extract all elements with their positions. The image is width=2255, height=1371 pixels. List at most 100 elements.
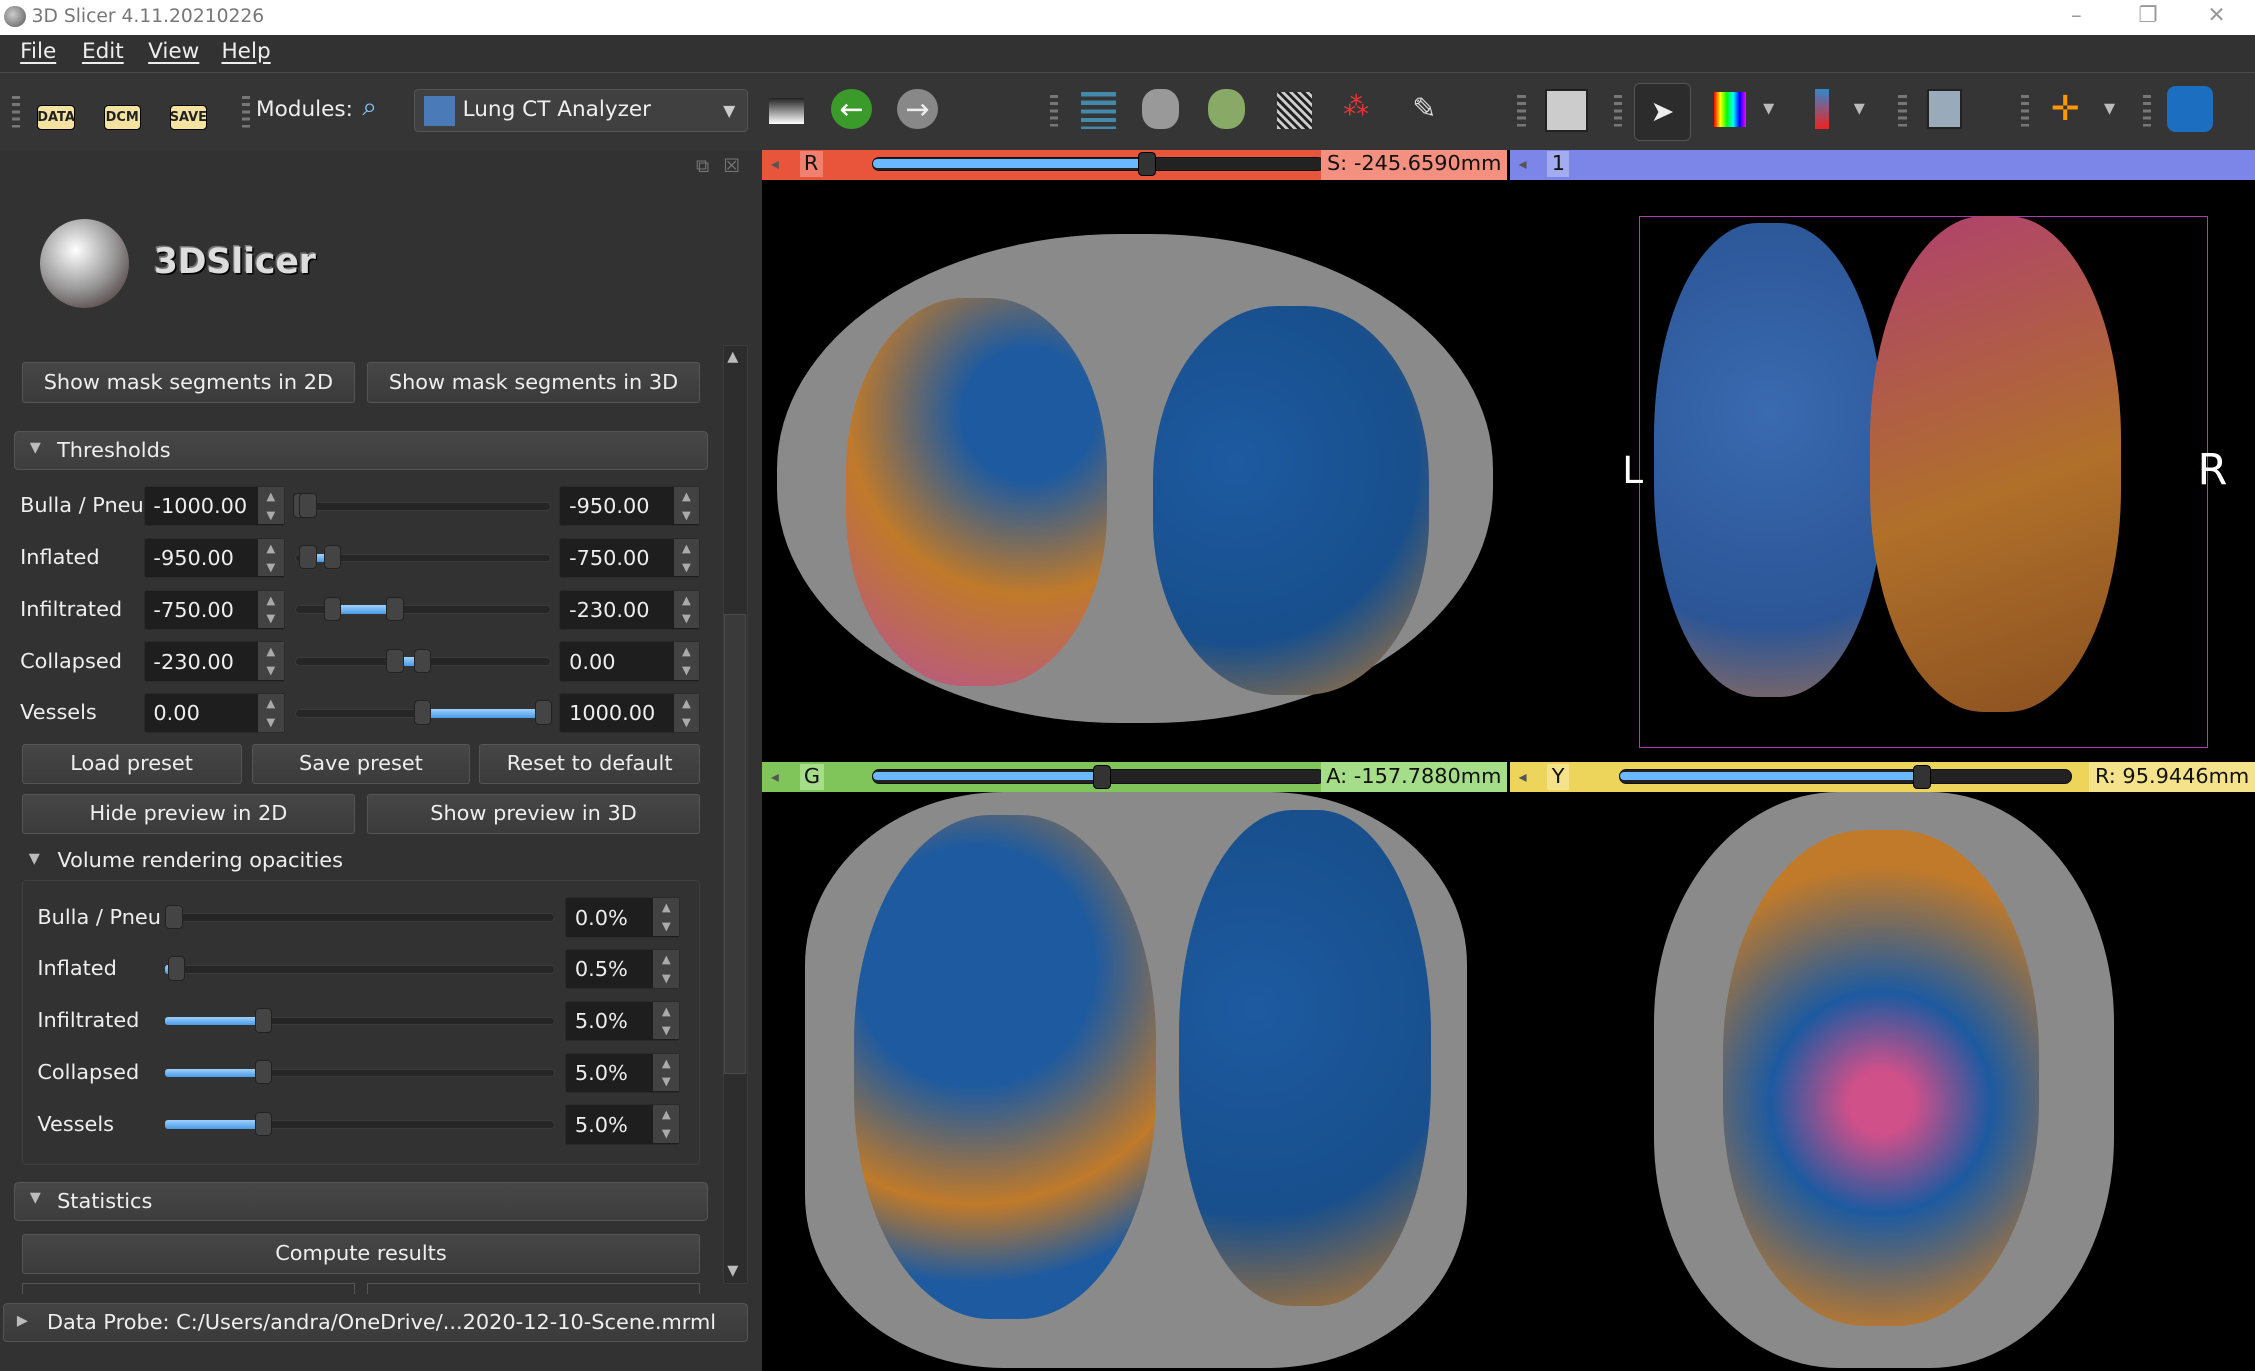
threshold-max-spinbox[interactable]: 0.00 ▲ ▼ xyxy=(559,641,701,682)
opacity-handle[interactable] xyxy=(254,1008,273,1033)
chevron-down-icon[interactable]: ▼ xyxy=(2104,101,2115,118)
threshold-max-spinbox[interactable]: -750.00 ▲ ▼ xyxy=(559,537,701,579)
spin-arrows-icon[interactable]: ▲ ▼ xyxy=(673,642,700,680)
toolbar-grip[interactable] xyxy=(2020,94,2030,130)
module-selector[interactable]: Lung CT Analyzer ▼ xyxy=(414,89,748,133)
spin-arrows-icon[interactable]: ▲ ▼ xyxy=(257,538,284,577)
threshold-min-handle[interactable] xyxy=(386,648,404,674)
dicom-button[interactable]: DCM xyxy=(103,104,141,131)
threshold-max-handle[interactable] xyxy=(299,493,317,518)
toolbar-grip[interactable] xyxy=(1613,94,1623,130)
spin-arrows-icon[interactable]: ▲ ▼ xyxy=(673,538,700,577)
close-panel-icon[interactable]: ☒ xyxy=(723,155,740,178)
show-preview-3d-button[interactable]: Show preview in 3D xyxy=(366,793,701,835)
menu-file[interactable]: File xyxy=(20,39,56,65)
statistics-section-header[interactable]: ▼ Statistics xyxy=(14,1182,708,1221)
volume-rendering-icon[interactable] xyxy=(1208,89,1246,130)
toolbar-grip[interactable] xyxy=(1898,94,1907,130)
hidden-button[interactable] xyxy=(366,1282,701,1295)
close-button[interactable]: ✕ xyxy=(2208,3,2226,29)
hidden-button[interactable] xyxy=(21,1282,356,1295)
threshold-max-handle[interactable] xyxy=(534,700,553,725)
compute-results-button[interactable]: Compute results xyxy=(21,1233,701,1275)
volumes-icon[interactable] xyxy=(1141,89,1180,130)
threshold-min-spinbox[interactable]: -1000.00 ▲ ▼ xyxy=(143,486,285,527)
segment-editor-icon[interactable]: ✎ xyxy=(1412,91,1436,126)
crosshair-icon[interactable]: ✛ xyxy=(2051,89,2080,129)
spin-arrows-icon[interactable]: ▲ ▼ xyxy=(257,694,284,732)
save-preset-button[interactable]: Save preset xyxy=(251,743,471,784)
opacity-handle[interactable] xyxy=(165,904,183,930)
opacity-spinbox[interactable]: 5.0% ▲ ▼ xyxy=(565,1104,681,1145)
view-layout-icon[interactable] xyxy=(1544,89,1588,133)
search-icon[interactable]: ⌕ xyxy=(362,93,377,122)
toolbar-grip[interactable] xyxy=(1517,94,1526,130)
threshold-max-spinbox[interactable]: 1000.00 ▲ ▼ xyxy=(559,693,701,734)
yellow-slice-view[interactable] xyxy=(1510,792,2255,1371)
minimize-button[interactable]: – xyxy=(2071,3,2082,29)
menu-view[interactable]: View xyxy=(148,39,199,65)
threshold-range-slider[interactable] xyxy=(294,501,551,511)
toolbar-grip[interactable] xyxy=(241,95,251,131)
markups-icon[interactable]: ⁂ xyxy=(1343,92,1369,124)
green-slice-view[interactable] xyxy=(762,792,1508,1371)
red-slice-slider[interactable] xyxy=(871,152,1325,177)
threshold-max-spinbox[interactable]: -950.00 ▲ ▼ xyxy=(559,486,701,527)
green-slice-slider[interactable] xyxy=(871,764,1325,790)
pin-icon[interactable]: ◂ xyxy=(1519,154,1527,174)
threshold-min-handle[interactable] xyxy=(299,545,317,570)
toolbar-grip[interactable] xyxy=(2142,94,2152,130)
mouse-pointer-icon[interactable]: ➤ xyxy=(1633,83,1692,141)
layout-icon[interactable] xyxy=(769,97,804,124)
toolbar-grip[interactable] xyxy=(1049,94,1059,130)
threshold-min-handle[interactable] xyxy=(414,700,432,725)
threshold-min-spinbox[interactable]: 0.00 ▲ ▼ xyxy=(143,693,285,734)
threshold-min-spinbox[interactable]: -750.00 ▲ ▼ xyxy=(143,589,285,630)
screenshot-icon[interactable] xyxy=(1927,89,1962,130)
opacity-handle[interactable] xyxy=(167,956,186,981)
toolbar-grip[interactable] xyxy=(11,95,21,131)
opacity-slider[interactable] xyxy=(165,964,556,974)
opacity-handle[interactable] xyxy=(254,1059,273,1085)
opacity-slider[interactable] xyxy=(165,913,556,922)
load-preset-button[interactable]: Load preset xyxy=(21,743,242,784)
threshold-min-handle[interactable] xyxy=(323,596,341,622)
opacity-spinbox[interactable]: 5.0% ▲ ▼ xyxy=(565,1052,681,1093)
yellow-slice-slider[interactable] xyxy=(1619,764,2073,790)
threshold-max-handle[interactable] xyxy=(386,596,404,622)
chevron-down-icon[interactable]: ▼ xyxy=(1763,101,1774,118)
pin-icon[interactable]: ◂ xyxy=(771,154,779,174)
models-icon[interactable] xyxy=(1277,92,1312,130)
spin-arrows-icon[interactable]: ▲ ▼ xyxy=(653,950,680,988)
spin-arrows-icon[interactable]: ▲ ▼ xyxy=(673,487,700,525)
opacity-handle[interactable] xyxy=(254,1111,273,1137)
hide-preview-2d-button[interactable]: Hide preview in 2D xyxy=(21,793,356,835)
reset-default-button[interactable]: Reset to default xyxy=(478,743,701,784)
extensions-icon[interactable] xyxy=(2167,86,2214,133)
data-probe-header[interactable]: ▶ Data Probe: C:/Users/andra/OneDrive/..… xyxy=(2,1302,748,1342)
thresholds-section-header[interactable]: ▼ Thresholds xyxy=(14,431,708,471)
threshold-max-handle[interactable] xyxy=(414,648,432,674)
menu-help[interactable]: Help xyxy=(221,39,270,65)
spin-arrows-icon[interactable]: ▲ ▼ xyxy=(673,694,700,732)
restore-button[interactable]: ❐ xyxy=(2139,3,2158,29)
chevron-down-icon[interactable]: ▼ xyxy=(1854,101,1865,118)
threshold-max-handle[interactable] xyxy=(323,545,341,570)
threshold-min-spinbox[interactable]: -230.00 ▲ ▼ xyxy=(143,641,285,682)
threshold-min-spinbox[interactable]: -950.00 ▲ ▼ xyxy=(143,537,285,579)
data-tree-icon[interactable] xyxy=(1081,92,1116,130)
spin-arrows-icon[interactable]: ▲ ▼ xyxy=(653,1105,680,1143)
scrollbar-thumb[interactable] xyxy=(724,613,746,1074)
panel-scrollbar[interactable]: ▲ ▼ xyxy=(723,345,748,1285)
menu-edit[interactable]: Edit xyxy=(82,39,124,65)
undock-icon[interactable]: ⧉ xyxy=(696,155,709,178)
scroll-up-icon[interactable]: ▲ xyxy=(727,349,738,366)
pin-icon[interactable]: ◂ xyxy=(771,767,779,787)
forward-arrow-icon[interactable]: → xyxy=(897,89,938,130)
spin-arrows-icon[interactable]: ▲ ▼ xyxy=(673,590,700,628)
threshold-max-spinbox[interactable]: -230.00 ▲ ▼ xyxy=(559,589,701,630)
back-arrow-icon[interactable]: ← xyxy=(831,89,872,130)
colors-icon[interactable] xyxy=(1714,92,1746,127)
fiducial-place-icon[interactable] xyxy=(1814,89,1830,130)
spin-arrows-icon[interactable]: ▲ ▼ xyxy=(653,1001,680,1040)
